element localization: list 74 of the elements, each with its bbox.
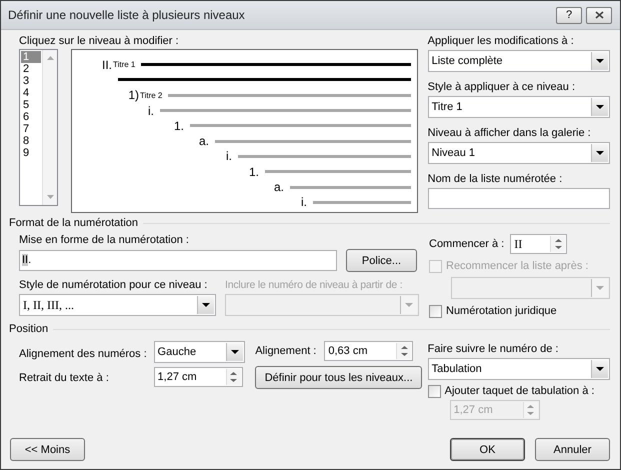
level-number: 1) <box>127 88 139 102</box>
dropdown[interactable]: Tabulation <box>428 358 610 380</box>
caret-icon <box>596 151 604 155</box>
level-item[interactable]: 4 <box>21 87 41 99</box>
caret-icon <box>596 59 604 63</box>
font-button[interactable]: Police... <box>346 249 417 272</box>
dialog-button[interactable]: OK <box>450 438 525 461</box>
dialog-button[interactable]: << Moins <box>10 438 85 461</box>
field-label: Niveau à afficher dans la galerie : <box>428 126 592 140</box>
spin-field[interactable]: II <box>510 234 568 254</box>
spin-arrows-icon <box>554 237 563 251</box>
field-label: Alignement des numéros : <box>19 347 147 361</box>
dropdown[interactable]: Liste complète <box>428 50 610 72</box>
level-item[interactable]: 5 <box>21 99 41 111</box>
checkbox[interactable]: Ajouter taquet de tabulation à : <box>428 384 610 398</box>
scrollbar[interactable] <box>42 50 57 205</box>
dropdown[interactable] <box>451 277 610 299</box>
level-item[interactable]: 7 <box>21 123 41 135</box>
level-number: i. <box>225 149 232 164</box>
level-number: a. <box>272 180 284 194</box>
input-field[interactable]: II. <box>19 250 337 271</box>
group-title: Format de la numérotation <box>9 216 138 231</box>
field-label: Cliquez sur le niveau à modifier : <box>19 34 180 48</box>
caret-icon <box>405 303 413 307</box>
field-label: Nom de la liste numérotée : <box>428 172 564 186</box>
caret-icon <box>596 105 604 109</box>
field-label: Inclure le numéro de niveau à partir de : <box>225 278 404 292</box>
scroll-up-icon <box>46 56 54 60</box>
level-number: II. <box>100 58 112 72</box>
spin-field[interactable]: 1,27 cm <box>154 367 243 387</box>
window-title: Définir une nouvelle liste à plusieurs niveaux <box>8 8 245 22</box>
level-number: 1. <box>248 164 259 179</box>
input-field[interactable] <box>428 188 610 209</box>
group-title: Position <box>9 322 48 337</box>
spin-arrows-icon <box>229 370 238 384</box>
help-button[interactable]: ? <box>556 6 582 24</box>
close-button[interactable] <box>586 6 612 24</box>
level-item[interactable]: 3 <box>21 75 41 87</box>
style-name: Titre 1 <box>113 60 136 70</box>
caret-icon <box>202 303 210 307</box>
set-all-levels-button[interactable]: Définir pour tous les niveaux... <box>255 366 422 389</box>
dialog-button[interactable]: Annuler <box>535 438 610 461</box>
spin-field[interactable]: 0,63 cm <box>324 341 414 361</box>
dropdown[interactable] <box>225 294 419 316</box>
spin-arrows-icon <box>526 403 536 417</box>
level-item[interactable]: 6 <box>21 111 41 123</box>
level-number: a. <box>198 134 209 148</box>
level-item[interactable]: 8 <box>21 135 41 147</box>
level-item[interactable]: 9 <box>21 147 41 159</box>
dropdown[interactable]: Titre 1 <box>428 96 610 118</box>
field-label: Faire suivre le numéro de : <box>428 342 560 356</box>
field-label: Commencer à : <box>429 237 504 251</box>
field-label: Style de numérotation pour ce niveau : <box>19 278 208 292</box>
level-item[interactable]: 2 <box>21 63 41 75</box>
caret-icon <box>596 367 604 371</box>
field-label: Appliquer les modifications à : <box>428 34 575 48</box>
dropdown[interactable]: Niveau 1 <box>428 142 610 164</box>
level-number: i. <box>300 195 307 210</box>
level-number: 1. <box>172 118 184 133</box>
dropdown[interactable]: Gauche <box>154 341 245 363</box>
caret-icon <box>596 286 604 290</box>
caret-icon <box>230 350 239 354</box>
field-label: Retrait du texte à : <box>19 371 109 385</box>
close-icon <box>594 11 604 19</box>
level-number: i. <box>147 104 154 118</box>
checkbox[interactable]: Numérotation juridique <box>429 304 610 318</box>
spin-arrows-icon <box>400 344 409 358</box>
level-list[interactable]: 1 2 3 4 5 6 7 8 9 <box>19 49 58 206</box>
scroll-down-icon <box>46 195 54 199</box>
field-label: Style à appliquer à ce niveau : <box>428 80 576 94</box>
dropdown[interactable]: I, II, III, ... <box>19 294 216 316</box>
field-label: Mise en forme de la numérotation : <box>19 233 190 247</box>
field-label: Alignement : <box>255 344 316 358</box>
style-name: Titre 2 <box>140 90 162 100</box>
